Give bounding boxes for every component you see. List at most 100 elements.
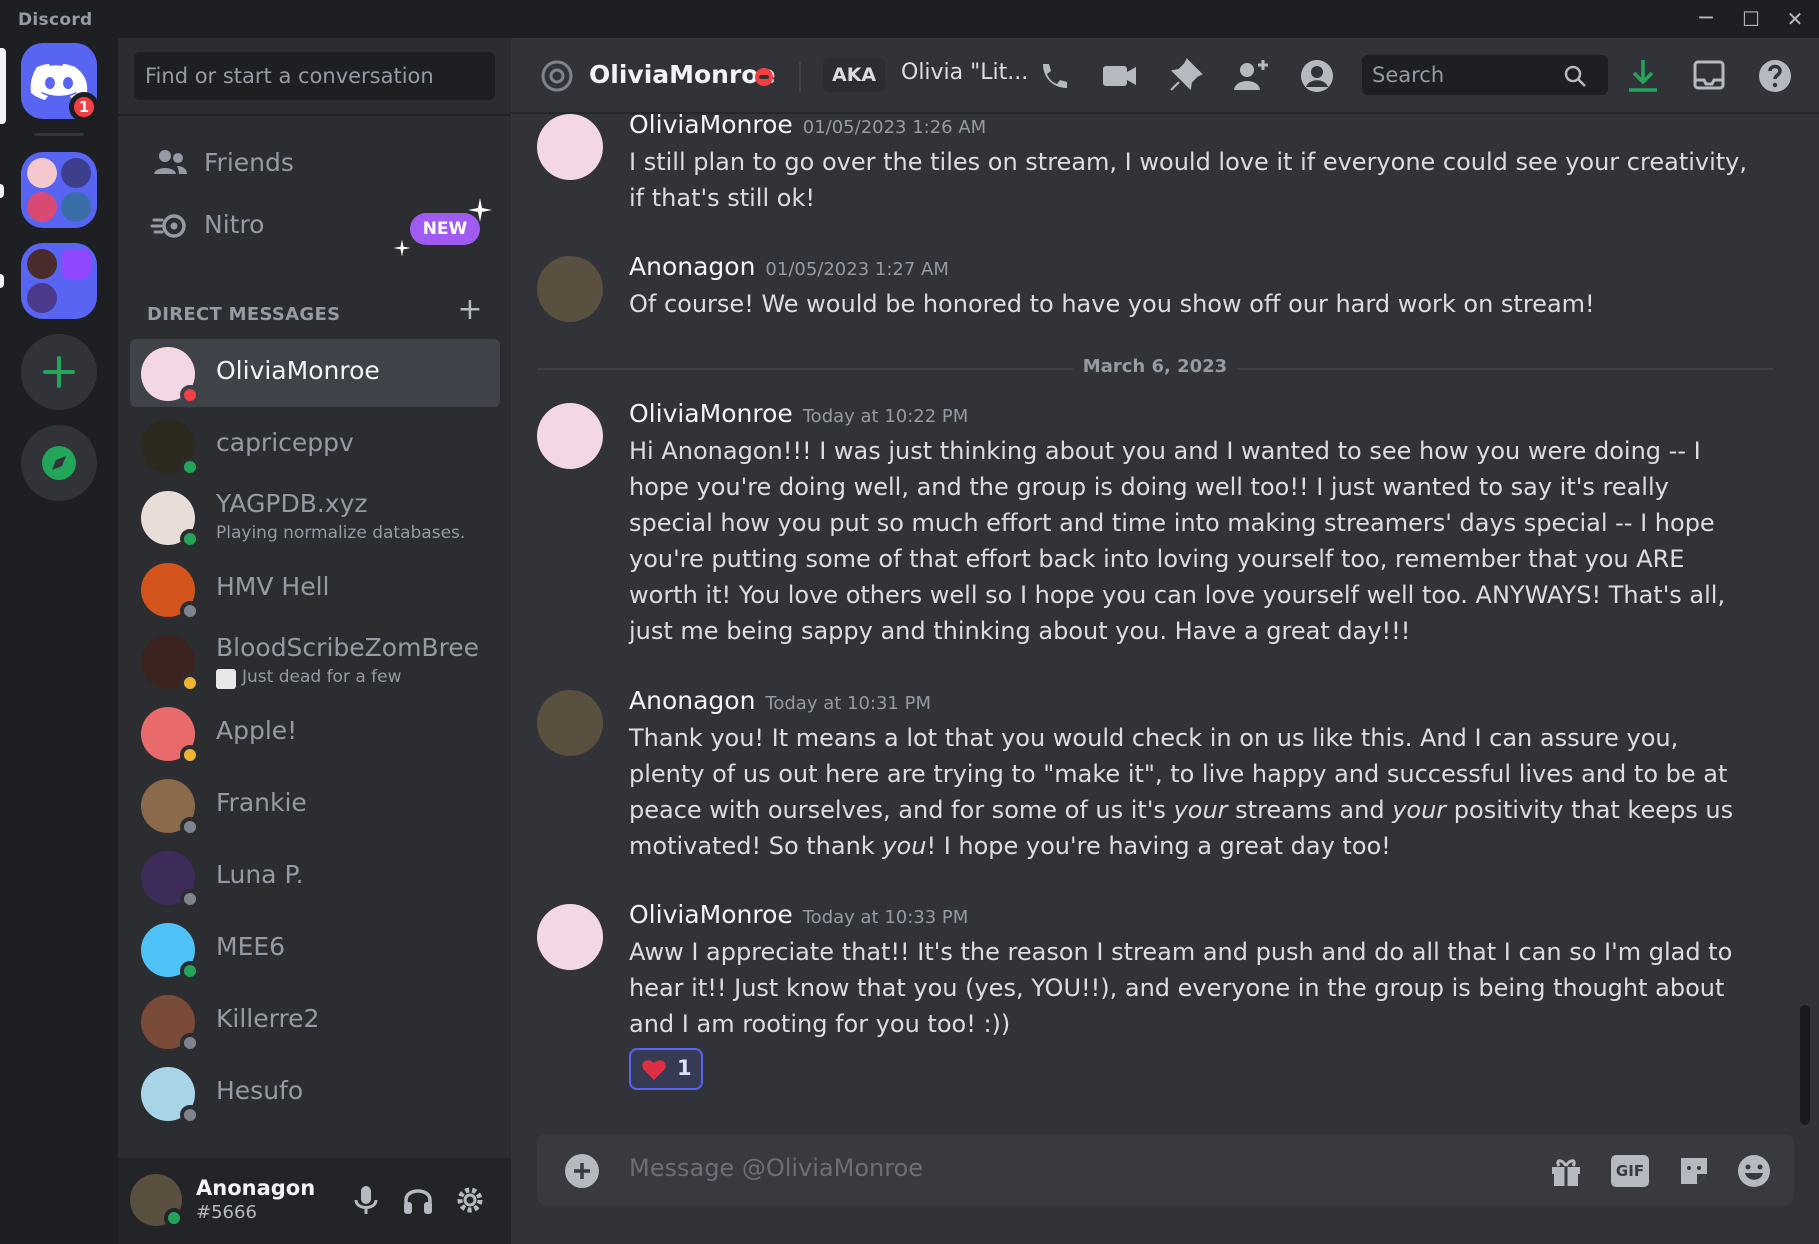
heart-icon xyxy=(642,1060,666,1080)
aka-badge: AKA xyxy=(823,58,886,92)
status-offline-icon xyxy=(180,1105,200,1125)
server-folder-1[interactable] xyxy=(21,152,97,228)
status-offline-icon xyxy=(180,889,200,909)
help-icon[interactable] xyxy=(1755,56,1795,96)
compass-icon xyxy=(42,446,76,480)
user-profile-icon[interactable] xyxy=(1297,56,1337,96)
gif-button[interactable]: GIF xyxy=(1611,1155,1649,1187)
notification-badge: 1 xyxy=(69,92,99,122)
dm-name: YAGPDB.xyz xyxy=(216,489,368,518)
minimize-button[interactable]: ─ xyxy=(1686,4,1726,34)
inbox-icon[interactable] xyxy=(1689,56,1729,96)
avatar[interactable] xyxy=(537,256,603,322)
message-author[interactable]: OliviaMonroe Today at 10:22 PM xyxy=(629,399,968,428)
status-idle-icon xyxy=(180,745,200,765)
dm-name: Hesufo xyxy=(216,1076,304,1105)
dm-item-mee6[interactable]: MEE6 xyxy=(130,915,500,983)
download-icon[interactable] xyxy=(1623,56,1663,96)
dm-item-luna-p[interactable]: Luna P. xyxy=(130,843,500,911)
server-folder-2[interactable] xyxy=(21,243,97,319)
date-label: March 6, 2023 xyxy=(1072,356,1238,377)
voice-call-icon[interactable] xyxy=(1033,56,1073,96)
date-divider: March 6, 2023 xyxy=(537,356,1773,377)
nitro-label: Nitro xyxy=(204,210,265,239)
timestamp: 01/05/2023 1:26 AM xyxy=(802,117,987,138)
message-author[interactable]: Anonagon 01/05/2023 1:27 AM xyxy=(629,252,949,281)
selected-indicator xyxy=(0,48,6,124)
search-icon xyxy=(1564,65,1586,87)
status-online-icon xyxy=(164,1208,184,1228)
avatar[interactable] xyxy=(537,114,603,180)
microphone-icon[interactable] xyxy=(346,1180,386,1220)
headphones-icon[interactable] xyxy=(398,1180,438,1220)
dm-name: HMV Hell xyxy=(216,572,330,601)
dm-custom-status: Just dead for a few xyxy=(242,667,402,687)
unread-indicator xyxy=(0,274,4,288)
server-rail: 1 xyxy=(0,38,118,1244)
channel-name[interactable]: OliviaMonroe xyxy=(589,60,775,89)
timestamp: Today at 10:31 PM xyxy=(765,693,931,714)
dm-item-bloodscribezombree[interactable]: BloodScribeZomBree Just dead for a few xyxy=(130,627,500,695)
app-title: Discord xyxy=(18,10,93,30)
dm-name: Apple! xyxy=(216,716,298,745)
add-server-button[interactable] xyxy=(21,334,97,410)
close-button[interactable]: ✕ xyxy=(1775,4,1815,34)
message-text: Thank you! It means a lot that you would… xyxy=(629,724,1734,860)
dm-name: Luna P. xyxy=(216,860,304,889)
dm-item-hesufo[interactable]: Hesufo xyxy=(130,1059,500,1127)
message-list: OliviaMonroe 01/05/2023 1:26 AM I still p… xyxy=(511,110,1801,1130)
gift-icon[interactable] xyxy=(1547,1152,1585,1190)
emoji-icon[interactable] xyxy=(1735,1152,1773,1190)
scrollbar[interactable] xyxy=(1800,1005,1810,1125)
avatar[interactable] xyxy=(537,403,603,469)
create-dm-button[interactable]: + xyxy=(456,295,484,325)
message-input[interactable]: Message @OliviaMonroe xyxy=(629,1154,923,1182)
dm-item-apple[interactable]: Apple! xyxy=(130,699,500,767)
reaction-button[interactable]: 1 xyxy=(629,1048,703,1090)
dm-item-frankie[interactable]: Frankie xyxy=(130,771,500,839)
message-text: Aww I appreciate that!! It's the reason … xyxy=(629,938,1733,1038)
nitro-nav-item[interactable]: Nitro NEW xyxy=(132,194,498,257)
chat-header: OliviaMonroe AKA Olivia "Lit... Search xyxy=(511,38,1819,114)
avatar[interactable] xyxy=(537,904,603,970)
status-online-icon xyxy=(180,529,200,549)
status-dnd-icon xyxy=(180,385,200,405)
video-call-icon[interactable] xyxy=(1099,56,1139,96)
message-author[interactable]: Anonagon Today at 10:31 PM xyxy=(629,686,931,715)
dm-item-killerre2[interactable]: Killerre2 xyxy=(130,987,500,1055)
dm-name: BloodScribeZomBree xyxy=(216,633,480,662)
dm-item-oliviamonroe[interactable]: OliviaMonroe xyxy=(130,339,500,407)
dm-item-capriceppv[interactable]: capriceppv xyxy=(130,411,500,479)
pin-icon[interactable] xyxy=(1165,56,1205,96)
aka-nickname[interactable]: Olivia "Lit... xyxy=(901,60,1028,85)
message-composer: Message @OliviaMonroe GIF xyxy=(537,1134,1794,1206)
title-bar: Discord ─ ☐ ✕ xyxy=(0,0,1819,38)
reaction-count: 1 xyxy=(677,1056,692,1080)
friends-nav-item[interactable]: Friends xyxy=(132,132,498,194)
add-friend-icon[interactable] xyxy=(1231,56,1271,96)
dm-item-hmv-hell[interactable]: HMV Hell xyxy=(130,555,500,623)
sticker-icon[interactable] xyxy=(1675,1152,1713,1190)
message-author[interactable]: OliviaMonroe Today at 10:33 PM xyxy=(629,900,968,929)
message-author[interactable]: OliviaMonroe 01/05/2023 1:26 AM xyxy=(629,110,986,139)
dm-name: Killerre2 xyxy=(216,1004,320,1033)
find-conversation-input[interactable]: Find or start a conversation xyxy=(134,52,495,100)
maximize-button[interactable]: ☐ xyxy=(1731,4,1771,34)
user-tag: #5666 xyxy=(196,1202,257,1223)
sparkle-icon xyxy=(393,239,411,257)
status-online-icon xyxy=(180,961,200,981)
dm-name: OliviaMonroe xyxy=(216,356,380,385)
avatar[interactable] xyxy=(537,690,603,756)
plus-icon xyxy=(574,1163,590,1179)
unread-indicator xyxy=(0,184,4,198)
at-sign-icon xyxy=(541,60,573,92)
dm-item-yagpdb[interactable]: YAGPDB.xyz Playing normalize databases. xyxy=(130,483,500,551)
sidebar-divider xyxy=(118,114,511,116)
attach-button[interactable] xyxy=(565,1154,599,1188)
friends-label: Friends xyxy=(204,148,294,177)
explore-servers-button[interactable] xyxy=(21,425,97,501)
status-idle-icon xyxy=(180,673,200,693)
message-text: Of course! We would be honored to have y… xyxy=(629,290,1595,318)
status-offline-icon xyxy=(180,1033,200,1053)
settings-gear-icon[interactable] xyxy=(450,1180,490,1220)
